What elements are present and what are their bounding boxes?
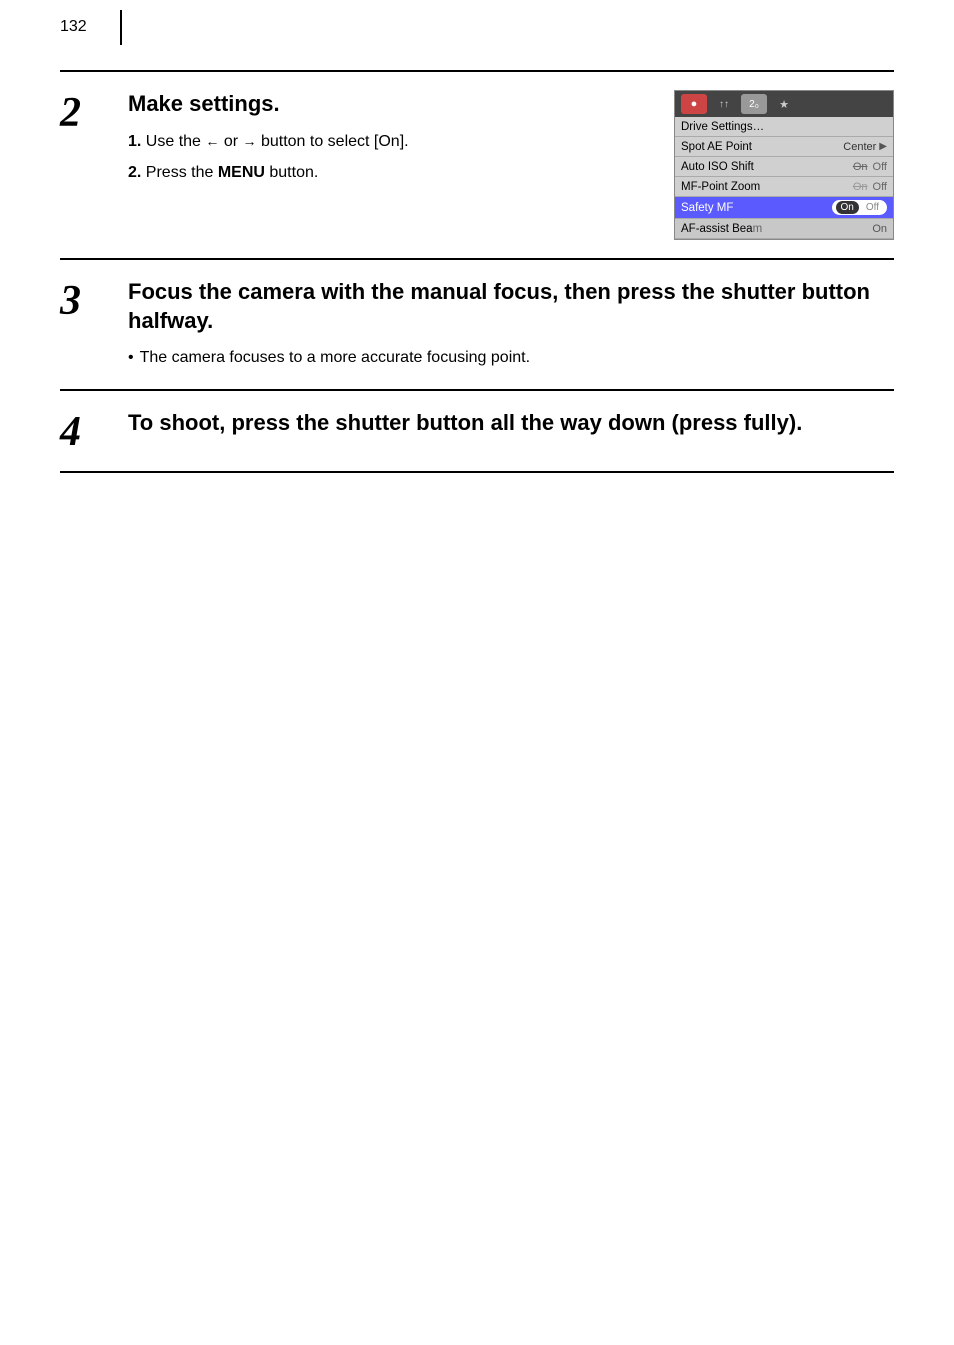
left-arrow: ←: [205, 130, 219, 152]
menu-row-mf-zoom-label: MF-Point Zoom: [681, 181, 853, 193]
menu-row-safety-mf-label: Safety MF: [681, 202, 832, 214]
menu-row-safety-mf: Safety MF On Off: [675, 197, 893, 219]
step-2-number: 2: [60, 90, 120, 134]
menu-tab-star: ★: [771, 94, 797, 114]
menu-row-auto-iso: Auto ISO Shift On Off: [675, 157, 893, 177]
step-4-title: To shoot, press the shutter button all t…: [128, 409, 894, 438]
menu-tab-settings: ↑↑: [711, 94, 737, 114]
menu-row-auto-iso-value: On Off: [853, 161, 887, 173]
step-2-num-1: 1.: [128, 133, 141, 150]
step-3-title: Focus the camera with the manual focus, …: [128, 278, 894, 335]
menu-row-af-assist-value: On: [872, 223, 887, 235]
step-2-instruction-2: 2. Press the MENU button.: [128, 160, 654, 186]
center-arrow: ▶: [879, 141, 887, 152]
menu-rows: Drive Settings… Spot AE Point Center ▶ A…: [675, 117, 893, 239]
step-2-row: 2 Make settings. 1. Use the ← or → butto…: [60, 70, 894, 258]
menu-row-af-assist-label: AF-assist Beam: [681, 223, 872, 235]
step-3-content: Focus the camera with the manual focus, …: [120, 278, 894, 371]
safety-mf-toggle: On Off: [832, 200, 888, 215]
step-2-text: Make settings. 1. Use the ← or → button …: [128, 90, 654, 192]
toggle-off-label: Off: [862, 201, 883, 214]
menu-row-spot-ae-label: Spot AE Point: [681, 141, 843, 153]
step-2-num-2: 2.: [128, 164, 141, 181]
step-2-instruction-1: 1. Use the ← or → button to select [On].: [128, 129, 654, 155]
step-4-row: 4 To shoot, press the shutter button all…: [60, 389, 894, 473]
menu-tab-active: 2₀: [741, 94, 767, 114]
menu-row-mf-zoom-value: On Off: [853, 181, 887, 193]
menu-tab-bar: ● ↑↑ 2₀ ★: [675, 91, 893, 117]
step-3-bullet: The camera focuses to a more accurate fo…: [128, 345, 894, 371]
step-2-body: 1. Use the ← or → button to select [On].…: [128, 129, 654, 186]
step-3-body: The camera focuses to a more accurate fo…: [128, 345, 894, 371]
menu-label: MENU: [218, 164, 265, 181]
toggle-on-label: On: [836, 201, 859, 214]
menu-tab-camera: ●: [681, 94, 707, 114]
step-2-title: Make settings.: [128, 90, 654, 119]
step-2-content: Make settings. 1. Use the ← or → button …: [120, 90, 894, 240]
step-3-row: 3 Focus the camera with the manual focus…: [60, 258, 894, 389]
page-number-divider: [120, 10, 122, 45]
menu-row-drive: Drive Settings…: [675, 117, 893, 137]
step-4-number: 4: [60, 409, 120, 453]
menu-row-safety-mf-value: On Off: [832, 200, 888, 215]
menu-row-spot-ae-value: Center ▶: [843, 141, 887, 153]
menu-row-mf-zoom: MF-Point Zoom On Off: [675, 177, 893, 197]
menu-row-auto-iso-label: Auto ISO Shift: [681, 161, 853, 173]
right-arrow: →: [243, 130, 257, 152]
camera-menu-screenshot: ● ↑↑ 2₀ ★ Drive Settings… Spot AE Point …: [674, 90, 894, 240]
content-area: 2 Make settings. 1. Use the ← or → butto…: [60, 70, 894, 473]
step-3-number: 3: [60, 278, 120, 322]
menu-row-spot-ae: Spot AE Point Center ▶: [675, 137, 893, 157]
page-number: 132: [60, 18, 87, 36]
menu-row-af-assist: AF-assist Beam On: [675, 219, 893, 239]
step-4-content: To shoot, press the shutter button all t…: [120, 409, 894, 448]
menu-row-drive-label: Drive Settings…: [681, 121, 887, 133]
